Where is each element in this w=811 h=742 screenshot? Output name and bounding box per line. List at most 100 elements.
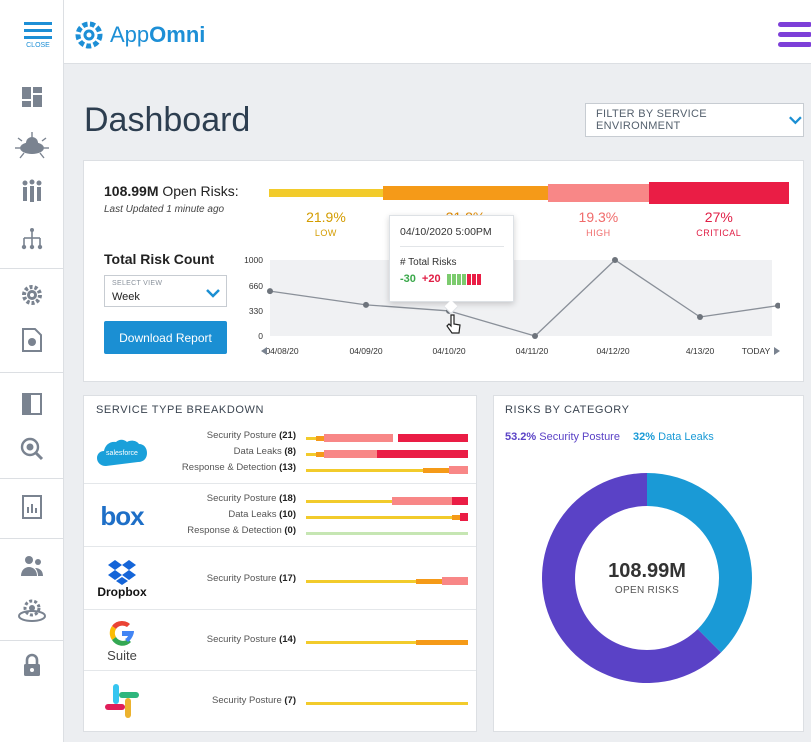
risk-level-pct: 21.9% xyxy=(306,209,346,225)
page-title: Dashboard xyxy=(84,101,251,139)
dashboard-icon xyxy=(22,87,42,107)
category-name: Response & Detection xyxy=(187,525,282,536)
tooltip-heading: # Total Risks xyxy=(400,257,457,268)
risk-level-bar xyxy=(269,182,789,204)
sidebar-item-cloud[interactable] xyxy=(0,130,64,160)
breakdown-bar[interactable] xyxy=(306,434,468,442)
data-point[interactable] xyxy=(612,257,618,263)
chevron-down-icon xyxy=(789,116,802,125)
service-row[interactable]: salesforce Security Posture (21) Data Leak… xyxy=(84,423,476,484)
category-count: (13) xyxy=(279,462,296,473)
breakdown-bar[interactable] xyxy=(306,699,468,707)
breakdown-segment xyxy=(315,435,324,441)
main-menu-button[interactable] xyxy=(778,22,811,50)
app-logo[interactable]: AppOmni xyxy=(74,20,205,50)
gsuite-logo: Suite xyxy=(92,616,152,664)
breakdown-segment xyxy=(306,468,387,472)
dropbox-logo: Dropbox xyxy=(92,555,152,603)
last-updated: Last Updated 1 minute ago xyxy=(104,204,225,215)
risk-level-segment xyxy=(648,182,789,204)
sidebar-item-security[interactable] xyxy=(0,652,64,678)
data-point[interactable] xyxy=(363,301,369,308)
service-row[interactable]: Security Posture (7) xyxy=(84,671,476,732)
risk-level-label: LOW xyxy=(314,228,337,238)
sidebar: CLOSE xyxy=(0,0,64,742)
breakdown-segment xyxy=(416,578,443,584)
side-panel-icon xyxy=(22,393,42,415)
sidebar-item-search[interactable] xyxy=(0,436,64,462)
breakdown-bar-label: Security Posture (21) xyxy=(207,430,296,441)
hamburger-icon xyxy=(24,22,52,39)
category-name: Data Leaks xyxy=(228,509,277,520)
breakdown-bar[interactable] xyxy=(306,497,468,505)
data-point[interactable] xyxy=(267,288,273,295)
sidebar-item-hierarchy[interactable] xyxy=(0,226,64,252)
people-group-icon xyxy=(22,179,42,202)
service-row[interactable]: Suite Security Posture (14) xyxy=(84,610,476,671)
sidebar-item-panel[interactable] xyxy=(0,392,64,416)
sidebar-item-cloud-settings[interactable] xyxy=(0,596,64,624)
breakdown-bar[interactable] xyxy=(306,466,468,474)
select-view-dropdown[interactable]: SELECT VIEW Week xyxy=(104,275,227,307)
breakdown-segment xyxy=(306,515,452,519)
team-icon xyxy=(21,556,43,576)
sidebar-item-users[interactable] xyxy=(0,178,64,204)
open-risks-heading: 108.99M Open Risks: xyxy=(104,183,239,199)
breakdown-segment xyxy=(422,467,449,473)
y-tick-label: 0 xyxy=(258,331,263,341)
close-menu-button[interactable]: CLOSE xyxy=(24,22,52,49)
total-risk-title: Total Risk Count xyxy=(104,251,215,267)
legend-label: Security Posture xyxy=(539,431,620,443)
breakdown-segment xyxy=(391,497,452,505)
cloud-network-icon xyxy=(15,132,49,159)
category-name: Security Posture xyxy=(206,493,277,504)
breakdown-segment xyxy=(323,450,378,458)
sidebar-divider xyxy=(0,640,64,641)
breakdown-bar[interactable] xyxy=(306,513,468,521)
chevron-down-icon xyxy=(206,289,220,298)
data-point[interactable] xyxy=(532,333,538,339)
x-tick-label: 04/12/20 xyxy=(596,346,629,356)
breakdown-segment xyxy=(451,497,468,505)
breakdown-bar-label: Response & Detection (0) xyxy=(187,525,296,536)
hierarchy-icon xyxy=(21,228,43,250)
breakdown-segment xyxy=(323,434,394,442)
legend-pct: 32% xyxy=(633,431,656,443)
sidebar-item-dashboard[interactable] xyxy=(0,86,64,108)
data-point[interactable] xyxy=(775,302,780,309)
sidebar-item-settings[interactable] xyxy=(0,282,64,308)
risk-level-label: CRITICAL xyxy=(696,228,742,238)
breakdown-segment xyxy=(459,513,468,521)
chart-tooltip: 04/10/2020 5:00PM # Total Risks -30 +20 xyxy=(389,215,514,315)
breakdown-bar[interactable] xyxy=(306,450,468,458)
breakdown-bar[interactable] xyxy=(306,638,468,646)
tooltip-date: 04/10/2020 5:00PM xyxy=(400,226,492,238)
sidebar-item-reports[interactable] xyxy=(0,494,64,520)
tooltip-increase: +20 xyxy=(421,273,441,285)
breakdown-segment xyxy=(306,436,316,440)
x-tick-label: 04/09/20 xyxy=(349,346,382,356)
document-gear-icon xyxy=(22,328,42,352)
service-environment-filter[interactable]: FILTER BY SERVICE ENVIRONMENT xyxy=(585,103,804,137)
service-name: Suite xyxy=(107,647,137,663)
risk-level-label: HIGH xyxy=(586,228,611,238)
breakdown-segment xyxy=(306,579,417,583)
data-point[interactable] xyxy=(697,314,703,320)
service-name: salesforce xyxy=(106,450,138,457)
service-row[interactable]: box Security Posture (18) Data Leaks (10) R… xyxy=(84,486,476,547)
sidebar-divider xyxy=(0,478,64,479)
category-name: Security Posture xyxy=(206,430,277,441)
service-row[interactable]: Dropbox Security Posture (17) xyxy=(84,549,476,610)
sidebar-item-team[interactable] xyxy=(0,553,64,579)
breakdown-bar[interactable] xyxy=(306,577,468,585)
risk-level-segment xyxy=(269,189,383,197)
download-report-button[interactable]: Download Report xyxy=(104,321,227,354)
risk-level-segment xyxy=(382,186,549,200)
category-count: (17) xyxy=(279,573,296,584)
chart-next-arrow-icon[interactable] xyxy=(774,347,780,355)
sidebar-item-documents[interactable] xyxy=(0,326,64,354)
x-tick-label: 04/08/20 xyxy=(265,346,298,356)
chart-prev-arrow-icon[interactable] xyxy=(261,347,267,355)
breakdown-bar[interactable] xyxy=(306,529,468,537)
category-count: (10) xyxy=(279,509,296,520)
